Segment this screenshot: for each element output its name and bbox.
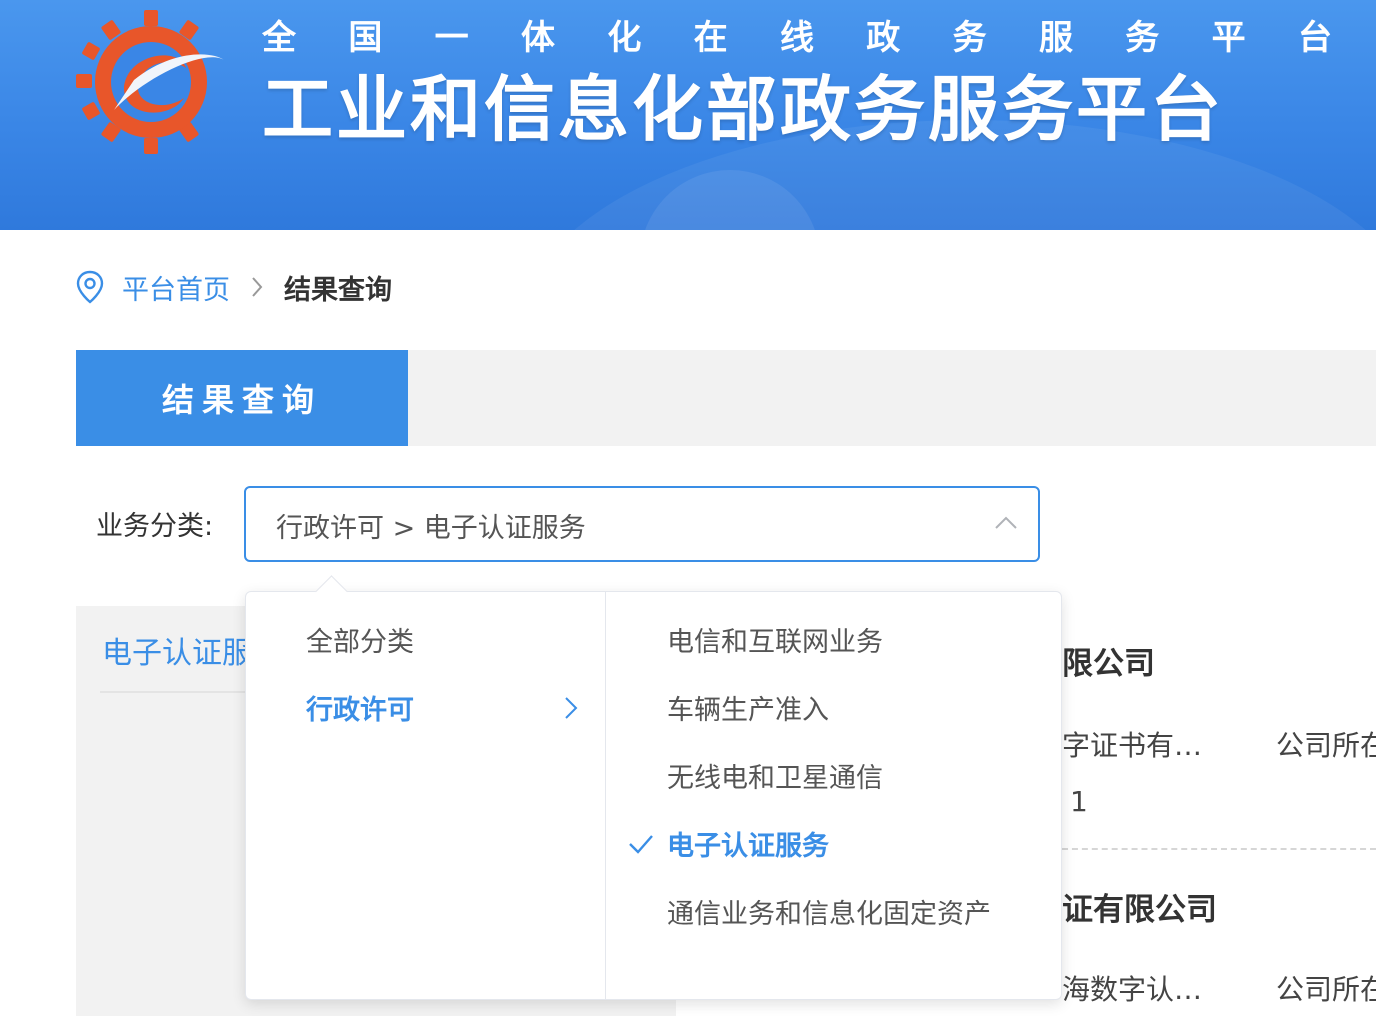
chevron-up-icon[interactable]	[994, 516, 1018, 530]
cascader-option-admin-license[interactable]: 行政许可	[306, 688, 414, 727]
banner-subtitle-char: 线	[779, 17, 814, 58]
location-pin-icon	[76, 270, 104, 304]
cascader-option-radio-satellite[interactable]: 无线电和卫星通信	[667, 756, 883, 795]
cascader-column-divider	[605, 592, 606, 999]
result-item-field: 字证书有…	[1062, 729, 1203, 762]
banner-subtitle-char: 体	[520, 17, 555, 58]
banner-subtitle-char: 国	[348, 17, 383, 58]
banner-subtitle-char: 一	[434, 17, 469, 58]
breadcrumb-home-link[interactable]: 平台首页	[122, 268, 230, 307]
category-cascader-dropdown: 全部分类 行政许可 电信和互联网业务 车辆生产准入 无线电和卫星通信 电子认证服…	[245, 591, 1062, 1000]
banner-subtitle: 全国一体化在线政务服务平台	[262, 12, 1332, 58]
result-item-field: 1	[1070, 785, 1088, 818]
category-select[interactable]: 行政许可 > 电子认证服务	[244, 486, 1040, 562]
gov-gear-logo-icon[interactable]	[74, 8, 232, 156]
chevron-right-icon	[252, 277, 263, 297]
banner-subtitle-char: 全	[262, 17, 296, 58]
header-banner: 全 国 一 体 化 在 线 政 务 服 务 平 台 工业和信息化部政务服务平台	[0, 0, 1376, 230]
result-item-field: 公司所在	[1276, 973, 1376, 1006]
tab-result-query[interactable]: 结果查询	[76, 350, 408, 446]
banner-subtitle-char: 务	[952, 17, 987, 58]
breadcrumb-current: 结果查询	[284, 274, 392, 306]
result-item-field: 公司所在	[1276, 729, 1376, 762]
banner-subtitle-char: 务	[1125, 17, 1160, 58]
cascader-option-e-certification[interactable]: 电子认证服务	[667, 824, 829, 863]
cascader-option-telecom-internet[interactable]: 电信和互联网业务	[667, 620, 883, 659]
banner-title: 工业和信息化部政务服务平台	[262, 68, 1225, 151]
breadcrumb: 平台首页 结果查询	[76, 264, 392, 310]
result-item-field: 海数字认…	[1062, 973, 1203, 1006]
banner-subtitle-char: 化	[607, 17, 642, 58]
banner-subtitle-char: 服	[1038, 17, 1073, 58]
category-select-value: 行政许可 > 电子认证服务	[276, 513, 586, 544]
banner-subtitle-char: 平	[1211, 17, 1246, 58]
cascader-option-telecom-fixed-assets[interactable]: 通信业务和信息化固定资产	[667, 892, 991, 931]
cascader-option-vehicle-production[interactable]: 车辆生产准入	[667, 688, 829, 727]
side-panel-divider	[100, 691, 260, 693]
chevron-right-icon	[565, 697, 578, 719]
cascader-option-all[interactable]: 全部分类	[306, 620, 414, 659]
tab-bar: 结果查询	[76, 350, 1376, 446]
banner-subtitle-char: 台	[1297, 17, 1332, 58]
category-filter-label: 业务分类:	[96, 511, 214, 542]
banner-subtitle-char: 在	[693, 17, 728, 58]
banner-subtitle-char: 政	[866, 17, 901, 58]
side-panel-category-link[interactable]: 电子认证服	[102, 628, 252, 672]
result-item-title[interactable]: 证有限公司	[1062, 884, 1217, 929]
result-item-title[interactable]: 限公司	[1062, 638, 1155, 683]
check-icon	[629, 835, 653, 854]
result-divider	[1062, 848, 1376, 850]
